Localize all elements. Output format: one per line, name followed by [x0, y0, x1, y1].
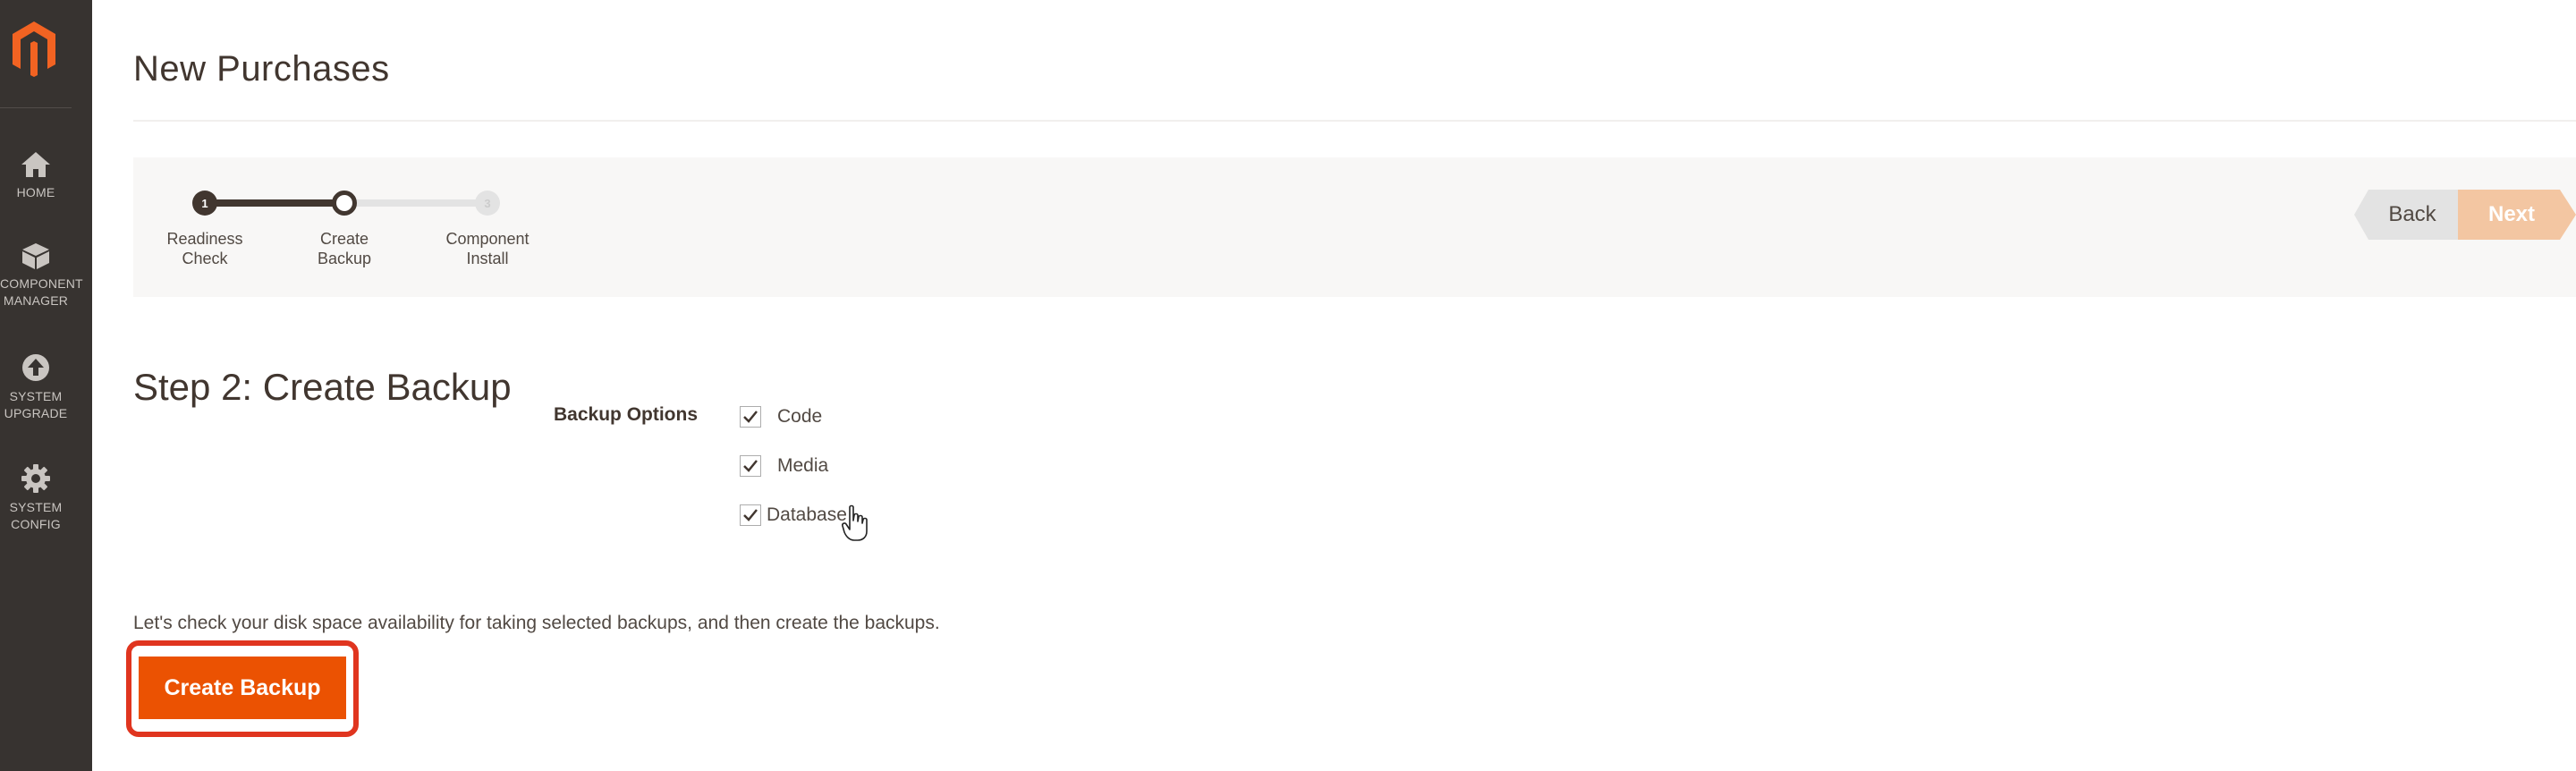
step-label-line: Readiness: [166, 230, 243, 248]
sidebar-item-system-upgrade[interactable]: SYSTEM UPGRADE: [0, 352, 72, 422]
backup-option-code[interactable]: Code: [740, 403, 822, 430]
checkmark-icon: [743, 411, 758, 423]
main-content: New Purchases 1 3 Readiness Check Create…: [92, 0, 2576, 771]
sidebar-item-system-config[interactable]: SYSTEM CONFIG: [0, 463, 72, 533]
sidebar-item-label: UPGRADE: [4, 406, 68, 420]
cube-icon: [22, 243, 49, 269]
page-title: New Purchases: [133, 48, 390, 89]
checkmark-icon: [743, 509, 758, 521]
step-label-line: Component: [445, 230, 530, 248]
wizard-progress-bar: 1 3 Readiness Check Create Backup Compon…: [133, 157, 2576, 297]
sidebar-item-label: HOME: [16, 185, 55, 199]
progress-track-completed: [205, 199, 344, 207]
sidebar-item-label: SYSTEM: [9, 389, 63, 403]
app-window: HOME COMPONENT MANAGER SYSTEM UPGRADE SY…: [0, 0, 2576, 771]
backup-option-database[interactable]: Database: [740, 502, 847, 529]
step-indicator-component-install: 3: [475, 191, 500, 216]
sidebar-item-component-manager[interactable]: COMPONENT MANAGER: [0, 241, 83, 309]
step-number: 1: [201, 196, 208, 210]
checkmark-icon: [743, 460, 758, 472]
magento-logo[interactable]: [0, 13, 68, 84]
progress-track-remaining: [344, 199, 487, 207]
gear-icon: [21, 464, 50, 493]
sidebar-item-label: COMPONENT: [0, 276, 83, 291]
sidebar-divider: [0, 107, 72, 108]
home-icon: [21, 152, 50, 177]
step-label-line: Check: [182, 250, 228, 267]
database-option-label: Database: [767, 504, 847, 525]
sidebar-item-label: MANAGER: [3, 293, 69, 308]
step-label-line: Install: [466, 250, 509, 267]
disk-space-info-text: Let's check your disk space availability…: [133, 613, 940, 633]
sidebar-item-label: SYSTEM: [9, 500, 63, 514]
sidebar-item-home[interactable]: HOME: [0, 150, 72, 201]
sidebar-item-label: CONFIG: [11, 517, 61, 531]
upgrade-arrow-icon: [22, 354, 49, 381]
step-number: 3: [484, 196, 491, 210]
step-label-line: Create: [319, 230, 369, 248]
step-label-component-install: Component Install: [434, 229, 541, 268]
step-indicator-create-backup: [332, 191, 357, 216]
create-backup-button[interactable]: Create Backup: [139, 657, 346, 719]
title-divider: [133, 120, 2576, 122]
hand-pointer-cursor-icon: [842, 504, 868, 541]
code-checkbox[interactable]: [740, 406, 761, 428]
code-option-label: Code: [777, 406, 823, 427]
admin-sidebar: HOME COMPONENT MANAGER SYSTEM UPGRADE SY…: [0, 0, 92, 771]
step-label-create-backup: Create Backup: [291, 229, 398, 268]
next-button[interactable]: Next: [2458, 190, 2576, 240]
media-option-label: Media: [777, 455, 829, 476]
back-button[interactable]: Back: [2354, 190, 2462, 240]
step-heading: Step 2: Create Backup: [133, 365, 512, 408]
backup-options-label: Backup Options: [554, 404, 699, 425]
backup-option-media[interactable]: Media: [740, 453, 828, 479]
step-indicator-readiness-check: 1: [192, 191, 217, 216]
step-label-readiness-check: Readiness Check: [151, 229, 258, 268]
media-checkbox[interactable]: [740, 455, 761, 477]
step-label-line: Backup: [317, 250, 372, 267]
database-checkbox[interactable]: [740, 504, 761, 526]
